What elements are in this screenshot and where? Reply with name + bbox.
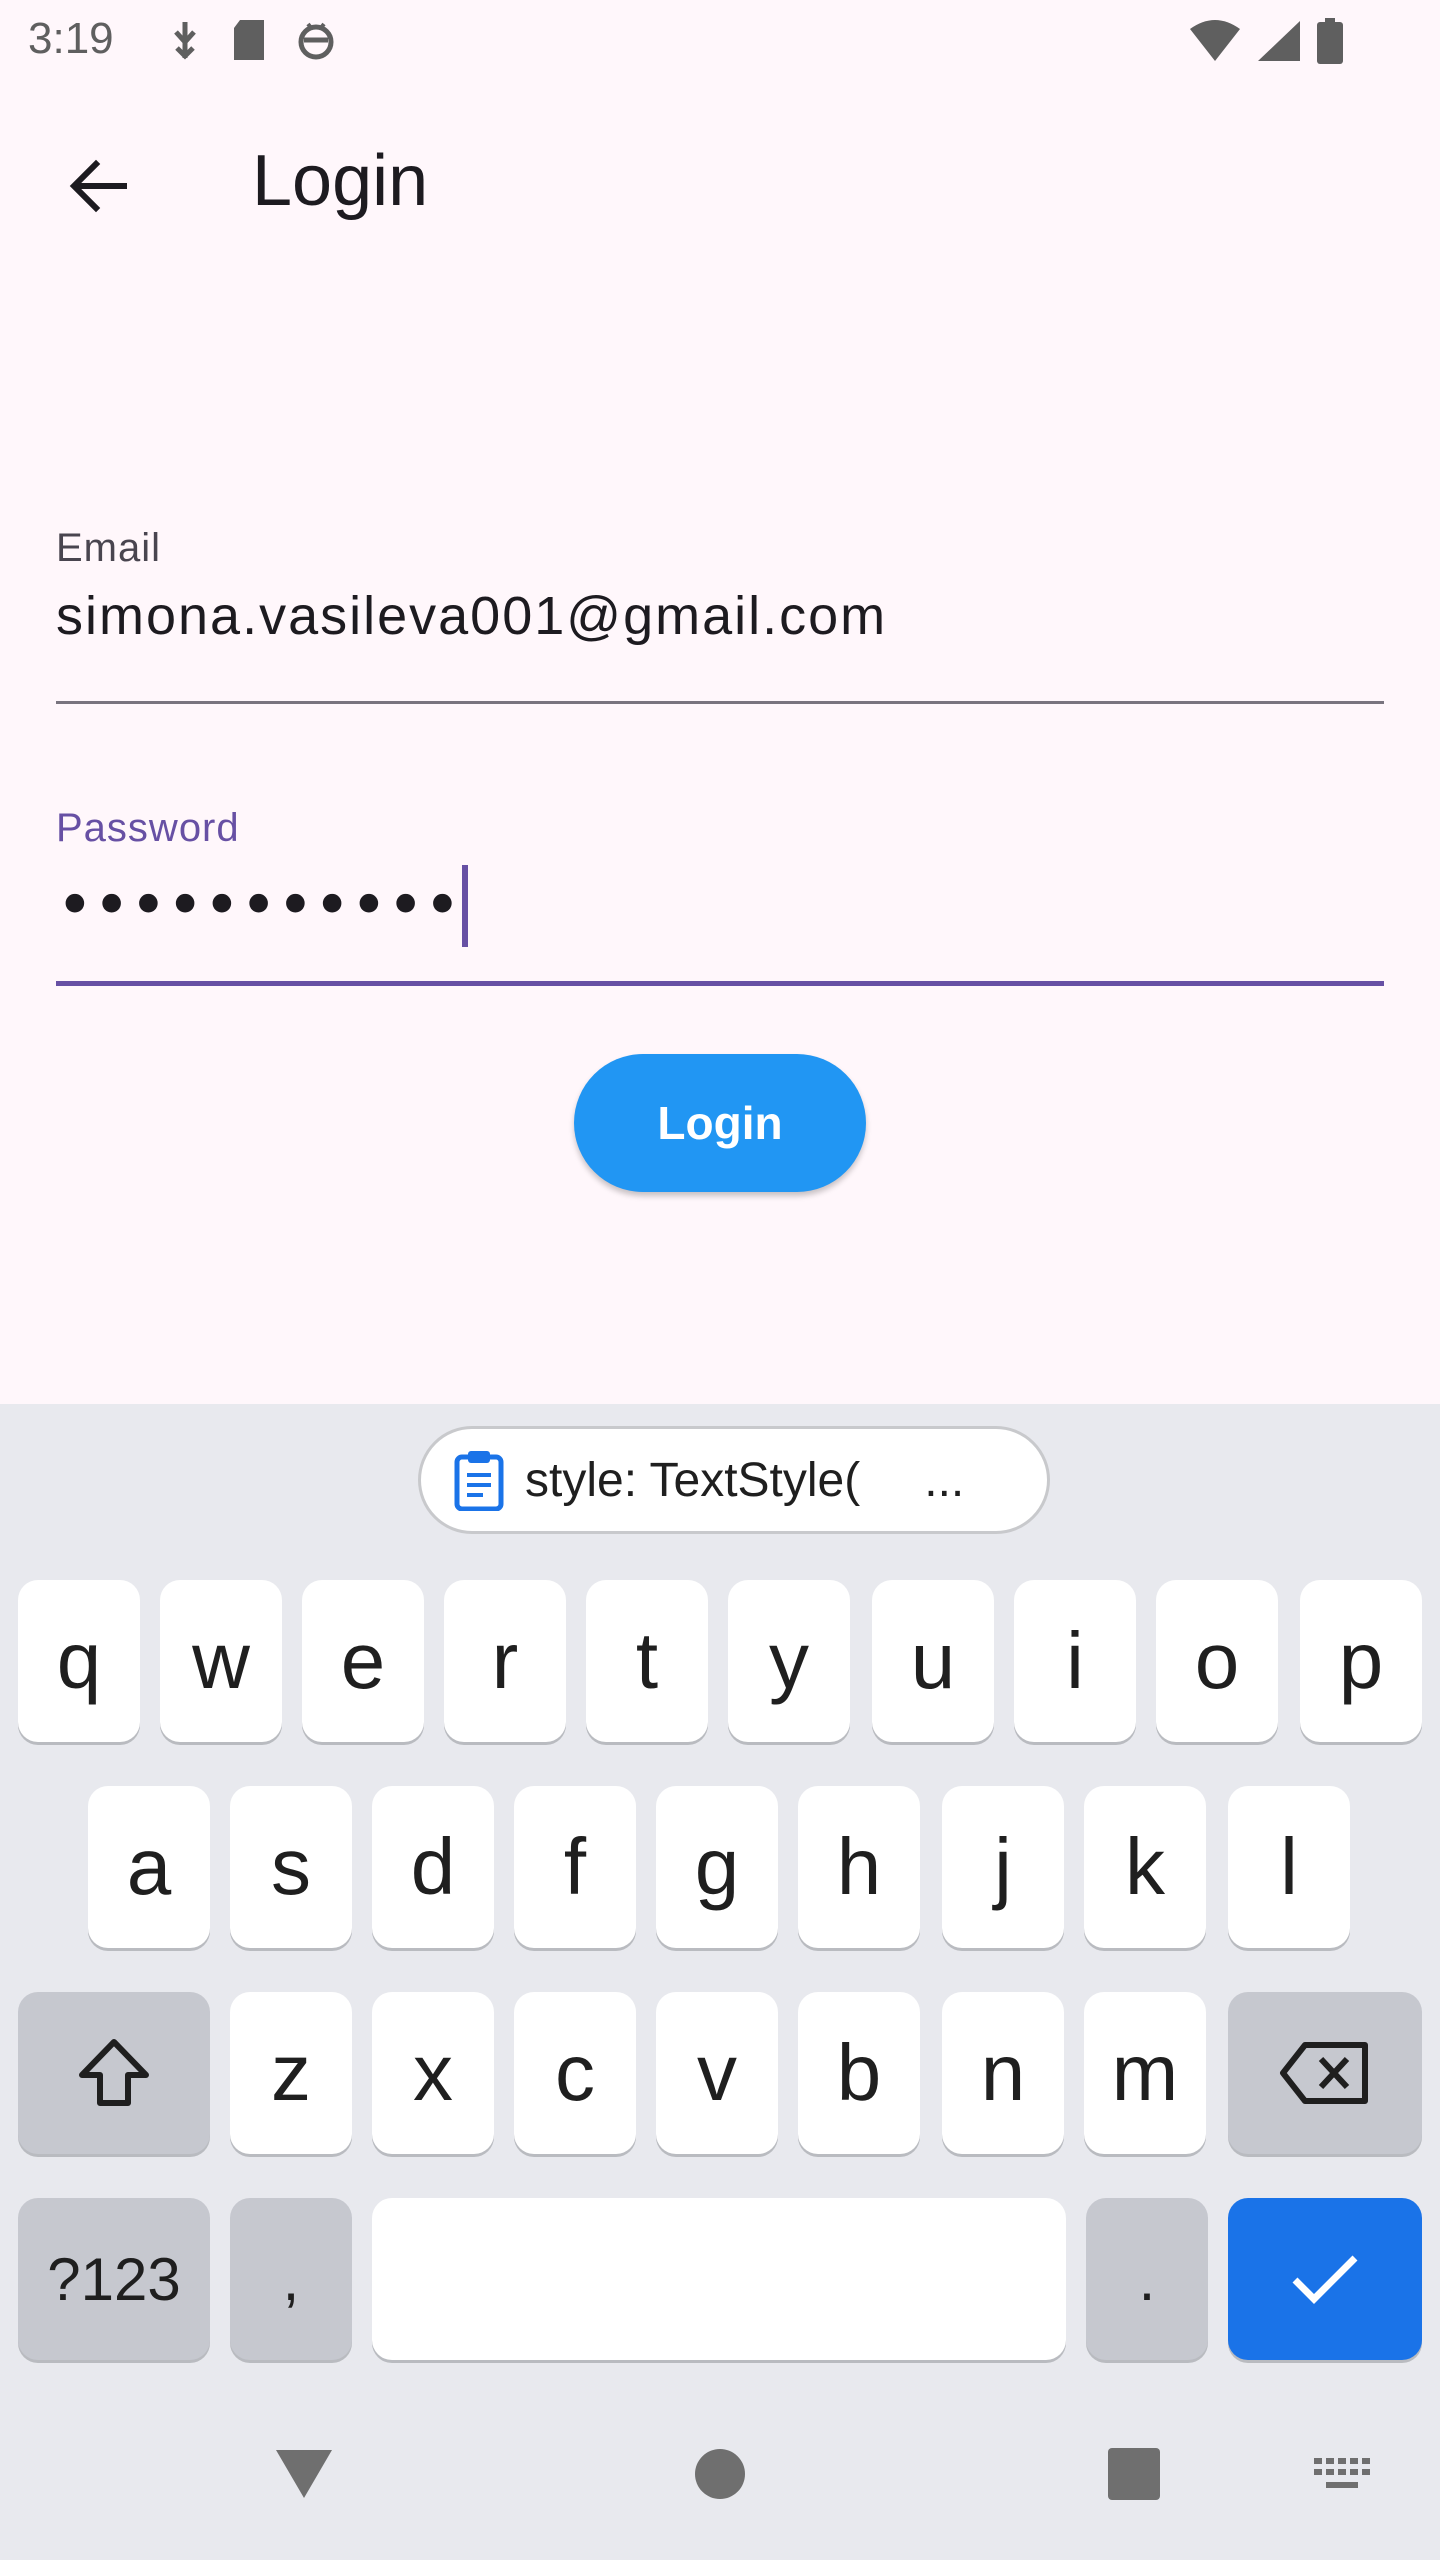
key-j[interactable]: j <box>942 1786 1064 1948</box>
period-key[interactable]: . <box>1086 2198 1208 2360</box>
key-u[interactable]: u <box>872 1580 994 1742</box>
check-icon <box>1292 2255 1358 2304</box>
text-cursor <box>462 865 469 947</box>
clipboard-suggestion-chip[interactable]: style: TextStyle( ... <box>418 1426 1050 1534</box>
key-b[interactable]: b <box>798 1992 920 2154</box>
backspace-key[interactable] <box>1228 1992 1422 2154</box>
key-m[interactable]: m <box>1084 1992 1206 2154</box>
notification-icons <box>168 18 336 62</box>
soft-keyboard: style: TextStyle( ... q w e r t y u i o … <box>0 1404 1440 2560</box>
back-button[interactable] <box>48 136 148 236</box>
login-button[interactable]: Login <box>574 1054 866 1192</box>
clipboard-icon <box>454 1451 504 1511</box>
clipboard-suggestion-ellipsis: ... <box>924 1453 965 1507</box>
password-masked-value: ••••••••••• <box>56 869 461 943</box>
password-label: Password <box>56 806 240 850</box>
status-time: 3:19 <box>28 14 114 63</box>
clipboard-suggestion-text: style: TextStyle( <box>525 1453 861 1507</box>
recents-nav-icon[interactable] <box>1108 2448 1160 2500</box>
key-w[interactable]: w <box>160 1580 282 1742</box>
done-key[interactable] <box>1228 2198 1422 2360</box>
key-i[interactable]: i <box>1014 1580 1136 1742</box>
key-f[interactable]: f <box>514 1786 636 1948</box>
status-bar: 3:19 <box>0 0 1440 84</box>
key-l[interactable]: l <box>1228 1786 1350 1948</box>
system-status-icons <box>1188 18 1344 64</box>
key-s[interactable]: s <box>230 1786 352 1948</box>
email-field[interactable]: Email simona.vasileva001@gmail.com <box>56 526 1384 704</box>
email-underline <box>56 701 1384 704</box>
backspace-icon <box>1280 2042 1368 2104</box>
email-input[interactable]: simona.vasileva001@gmail.com <box>56 585 1384 647</box>
page-title: Login <box>252 141 429 221</box>
key-x[interactable]: x <box>372 1992 494 2154</box>
key-q[interactable]: q <box>18 1580 140 1742</box>
shift-key[interactable] <box>18 1992 210 2154</box>
comma-key[interactable]: , <box>230 2198 352 2360</box>
key-o[interactable]: o <box>1156 1580 1278 1742</box>
key-g[interactable]: g <box>656 1786 778 1948</box>
sd-card-icon <box>234 20 264 60</box>
android-debug-icon <box>298 22 334 60</box>
key-r[interactable]: r <box>444 1580 566 1742</box>
navigation-bar <box>0 2404 1440 2560</box>
usb-debug-icon <box>174 22 196 60</box>
password-underline <box>56 981 1384 986</box>
signal-icon <box>1258 21 1300 61</box>
key-e[interactable]: e <box>302 1580 424 1742</box>
battery-icon <box>1317 18 1343 64</box>
email-label: Email <box>56 526 162 570</box>
wifi-icon <box>1190 20 1240 61</box>
key-y[interactable]: y <box>728 1580 850 1742</box>
keyboard-switch-icon[interactable] <box>1314 2458 1372 2492</box>
key-k[interactable]: k <box>1084 1786 1206 1948</box>
password-input[interactable]: ••••••••••• <box>56 863 1384 949</box>
back-nav-icon[interactable] <box>272 2446 336 2502</box>
key-t[interactable]: t <box>586 1580 708 1742</box>
key-h[interactable]: h <box>798 1786 920 1948</box>
password-field[interactable]: Password ••••••••••• <box>56 806 1384 986</box>
arrow-back-icon <box>69 159 127 213</box>
key-d[interactable]: d <box>372 1786 494 1948</box>
shift-icon <box>79 2039 149 2106</box>
app-bar: Login <box>0 84 1440 280</box>
key-a[interactable]: a <box>88 1786 210 1948</box>
key-p[interactable]: p <box>1300 1580 1422 1742</box>
home-nav-icon[interactable] <box>694 2448 746 2500</box>
key-v[interactable]: v <box>656 1992 778 2154</box>
key-z[interactable]: z <box>230 1992 352 2154</box>
key-c[interactable]: c <box>514 1992 636 2154</box>
key-n[interactable]: n <box>942 1992 1064 2154</box>
space-key[interactable] <box>372 2198 1066 2360</box>
symbols-key[interactable]: ?123 <box>18 2198 210 2360</box>
